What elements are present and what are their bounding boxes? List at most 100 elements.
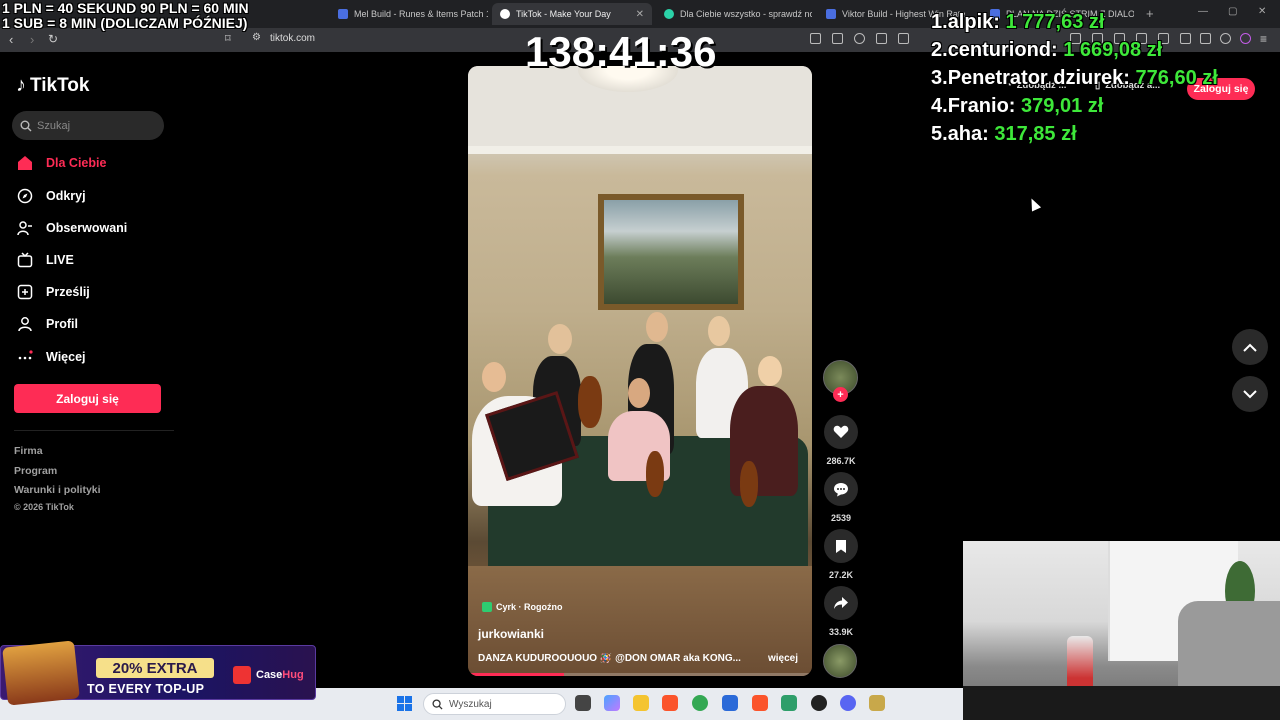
reload-icon[interactable]: ↻ [48, 32, 58, 46]
previous-video-button[interactable] [1232, 329, 1268, 365]
url-field[interactable]: tiktok.com [270, 33, 315, 44]
ad-headline: 20% EXTRA [96, 658, 214, 678]
video-more-link[interactable]: więcej [768, 653, 798, 664]
tab-mel-build[interactable]: Mel Build - Runes & Items Patch 16. [330, 3, 488, 25]
video-location[interactable]: Cyrk · Rogoźno [482, 602, 563, 612]
tab-favicon-icon [338, 9, 348, 19]
nav-label: Obserwowani [46, 221, 128, 235]
nav-profil[interactable]: Profil [16, 313, 78, 335]
tab-favicon-icon [664, 9, 674, 19]
league-client-icon[interactable] [869, 695, 885, 711]
shield-icon[interactable] [1220, 33, 1231, 44]
upload-icon [16, 283, 34, 301]
comment-action[interactable]: 2539 [822, 472, 860, 523]
zoom-icon[interactable] [854, 33, 865, 44]
rate-line: 1 PLN = 40 SEKUND 90 PLN = 60 MIN [2, 0, 249, 16]
following-icon [16, 219, 34, 237]
forward-icon[interactable]: › [30, 32, 34, 47]
tab-title: Mel Build - Runes & Items Patch 16. [354, 9, 488, 19]
close-window-icon[interactable]: ✕ [1258, 6, 1266, 17]
tiktok-logo[interactable]: ♪ TikTok [16, 74, 89, 97]
obs-icon[interactable] [811, 695, 827, 711]
read-aloud-icon[interactable] [832, 33, 843, 44]
next-video-button[interactable] [1232, 376, 1268, 412]
chrome-icon[interactable] [692, 695, 708, 711]
heart-icon[interactable] [824, 415, 858, 449]
footer-link[interactable]: Warunki i polityki [14, 484, 101, 496]
video-username[interactable]: jurkowianki [478, 627, 544, 641]
video-player[interactable]: Cyrk · Rogoźno jurkowianki DANZA KUDUROO… [468, 66, 812, 676]
nav-label: Odkryj [46, 189, 86, 203]
store-icon[interactable] [722, 695, 738, 711]
profile-avatar-icon[interactable] [1240, 33, 1251, 44]
search-icon [20, 120, 32, 131]
share-page-icon[interactable] [898, 33, 909, 44]
taskbar-search[interactable]: Wyszukaj [423, 693, 566, 715]
bookmark-action[interactable]: 27.2K [822, 529, 860, 580]
share-icon[interactable] [824, 586, 858, 620]
screen: Mel Build - Runes & Items Patch 16. TikT… [0, 0, 1280, 720]
chevron-up-icon [1243, 343, 1257, 352]
subathon-timer: 138:41:36 [525, 28, 717, 75]
footer-link[interactable]: Program [14, 465, 57, 477]
nav-live[interactable]: LIVE [16, 249, 74, 271]
nav-wiecej[interactable]: Więcej [16, 346, 86, 368]
video-violin [740, 461, 758, 507]
nav-label: Więcej [46, 350, 86, 364]
nav-odkryj[interactable]: Odkryj [16, 185, 86, 207]
leaderboard-row: 5.aha: 317,85 zł [931, 123, 1077, 145]
nav-przeslij[interactable]: Prześlij [16, 281, 90, 303]
casehug-logo-icon [233, 666, 251, 684]
video-person-head [482, 362, 506, 392]
nav-dla-ciebie[interactable]: Dla Ciebie [16, 152, 106, 174]
nav-label: Dla Ciebie [46, 156, 107, 170]
notepad-icon[interactable] [781, 695, 797, 711]
search-input[interactable] [37, 119, 157, 132]
site-info-icon[interactable]: ⚙ [252, 32, 261, 43]
translate-icon[interactable] [810, 33, 821, 44]
video-progress-bar[interactable] [468, 673, 812, 676]
compass-icon [16, 187, 34, 205]
tiktok-favicon-icon [500, 9, 510, 19]
video-person-head [708, 316, 730, 346]
menu-icon[interactable]: ≡ [1260, 32, 1267, 46]
bookmark-icon[interactable] [824, 529, 858, 563]
brave-icon[interactable] [662, 695, 678, 711]
live-icon [16, 251, 34, 269]
taskbar-search-placeholder: Wyszukaj [449, 698, 492, 710]
video-scene-painting [598, 194, 744, 310]
video-violin [578, 376, 602, 428]
task-view-icon[interactable] [575, 695, 591, 711]
like-action[interactable]: 286.7K [822, 415, 860, 466]
footer-link[interactable]: Firma [14, 445, 43, 457]
casehug-ad-banner[interactable]: 20% EXTRA TO EVERY TOP-UP CaseHug [0, 640, 316, 706]
video-scene-molding [468, 146, 812, 154]
bookmark-page-icon[interactable]: ⌑ [225, 32, 231, 45]
copilot-icon[interactable] [604, 695, 620, 711]
like-count: 286.7K [826, 456, 856, 466]
windows-start-icon[interactable] [397, 696, 412, 711]
rate-line: 1 SUB = 8 MIN (DOLICZAM PÓŹNIEJ) [2, 15, 248, 31]
leaderboard-row: 1.alpik: 1 777,63 zł [931, 11, 1105, 33]
music-disc-avatar[interactable] [823, 644, 857, 678]
back-icon[interactable]: ‹ [9, 32, 13, 47]
file-explorer-icon[interactable] [633, 695, 649, 711]
nav-obserwowani[interactable]: Obserwowani [16, 217, 127, 239]
tab-tiktok[interactable]: TikTok - Make Your Day ✕ [492, 3, 652, 25]
ad-brand: CaseHug [233, 666, 304, 684]
search-box [12, 111, 164, 140]
discord-icon[interactable] [840, 695, 856, 711]
brave-active-icon[interactable] [752, 695, 768, 711]
maximize-icon[interactable]: ▢ [1228, 6, 1237, 17]
more-icon [16, 348, 34, 366]
tab-title: Dla Ciebie wszystko - sprawdź nowe [680, 9, 812, 19]
close-tab-icon[interactable]: ✕ [636, 9, 644, 20]
follow-plus-icon[interactable]: + [833, 387, 848, 402]
cast-icon[interactable] [876, 33, 887, 44]
comment-icon[interactable] [824, 472, 858, 506]
share-action[interactable]: 33.9K [822, 586, 860, 637]
treasure-chest-icon [2, 640, 80, 706]
video-person-head [548, 324, 572, 354]
login-button[interactable]: Zaloguj się [14, 384, 161, 413]
tab-dla-ciebie[interactable]: Dla Ciebie wszystko - sprawdź nowe [656, 3, 812, 25]
